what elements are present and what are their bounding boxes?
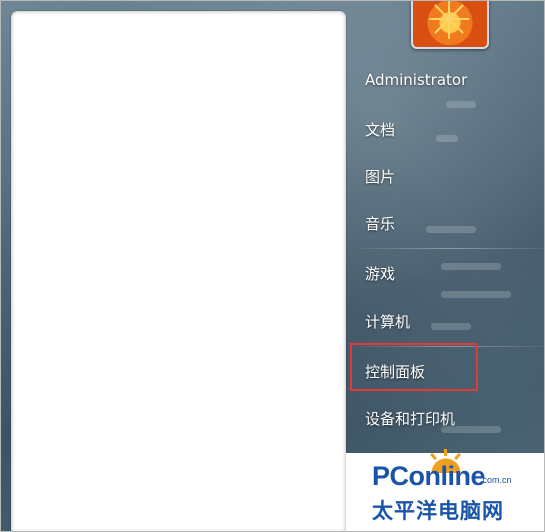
user-avatar[interactable] — [411, 1, 489, 49]
background-blur-item — [431, 323, 471, 330]
background-blur-item — [436, 135, 458, 142]
watermark: PConline .com.cn 太平洋电脑网 — [346, 449, 544, 531]
sun-ray — [444, 449, 447, 456]
watermark-domain: .com.cn — [480, 475, 512, 485]
background-blur-item — [426, 226, 476, 233]
menu-item-games[interactable]: 游戏 — [365, 263, 395, 284]
menu-item-music[interactable]: 音乐 — [365, 213, 395, 234]
watermark-tagline: 太平洋电脑网 — [372, 499, 504, 523]
user-name-link[interactable]: Administrator — [365, 71, 467, 89]
background-blur-item — [446, 101, 476, 108]
menu-item-devices-printers[interactable]: 设备和打印机 — [365, 408, 455, 429]
menu-separator — [361, 248, 544, 249]
menu-item-documents[interactable]: 文档 — [365, 119, 395, 140]
menu-item-pictures[interactable]: 图片 — [365, 166, 395, 187]
background-blur-item — [441, 291, 511, 298]
start-menu-screenshot: Administrator 文档 图片 音乐 游戏 计算机 控制面板 设备和打印… — [0, 0, 545, 532]
watermark-brand: PConline — [372, 461, 486, 491]
menu-item-computer[interactable]: 计算机 — [365, 311, 410, 332]
highlight-box — [350, 343, 478, 391]
background-blur-item — [441, 263, 501, 270]
programs-pane — [11, 11, 346, 531]
flower-petal — [448, 18, 464, 34]
